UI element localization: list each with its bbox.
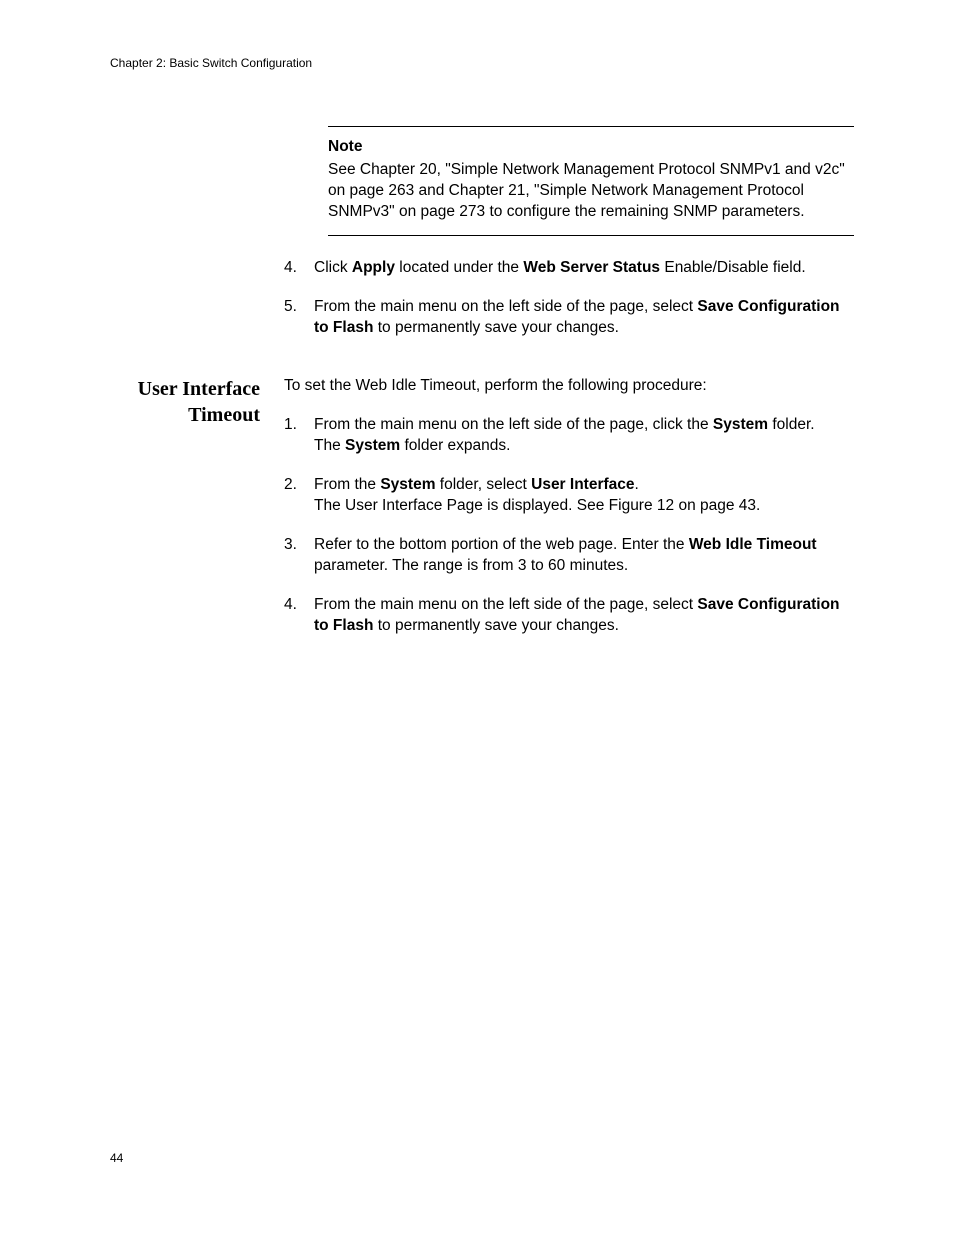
list-text: The User Interface Page is displayed. Se… — [314, 496, 854, 517]
section-heading: User Interface Timeout — [110, 376, 260, 428]
list-item: 1. From the main menu on the left side o… — [284, 415, 854, 457]
list-number: 4. — [284, 595, 314, 637]
page-number: 44 — [110, 1151, 123, 1165]
list-item: 4. From the main menu on the left side o… — [284, 595, 854, 637]
list-text: From the main menu on the left side of t… — [314, 297, 854, 339]
chapter-header: Chapter 2: Basic Switch Configuration — [110, 56, 854, 70]
list-text: Click Apply located under the Web Server… — [314, 258, 854, 279]
note-body: See Chapter 20, "Simple Network Manageme… — [328, 160, 854, 223]
ordered-list-a: 4. Click Apply located under the Web Ser… — [284, 258, 854, 339]
list-text: From the main menu on the left side of t… — [314, 415, 854, 436]
list-text: From the System folder, select User Inte… — [314, 475, 854, 496]
list-item: 5. From the main menu on the left side o… — [284, 297, 854, 339]
list-text: The System folder expands. — [314, 436, 854, 457]
ordered-list-b: 1. From the main menu on the left side o… — [284, 415, 854, 636]
list-text: From the main menu on the left side of t… — [314, 595, 854, 637]
list-number: 5. — [284, 297, 314, 339]
note-title: Note — [328, 137, 854, 158]
section-intro: To set the Web Idle Timeout, perform the… — [284, 376, 854, 397]
list-number: 3. — [284, 535, 314, 577]
list-item: 3. Refer to the bottom portion of the we… — [284, 535, 854, 577]
list-item: 4. Click Apply located under the Web Ser… — [284, 258, 854, 279]
note-box: Note See Chapter 20, "Simple Network Man… — [328, 126, 854, 236]
list-number: 1. — [284, 415, 314, 457]
list-item: 2. From the System folder, select User I… — [284, 475, 854, 517]
list-number: 2. — [284, 475, 314, 517]
list-number: 4. — [284, 258, 314, 279]
list-text: Refer to the bottom portion of the web p… — [314, 535, 854, 577]
